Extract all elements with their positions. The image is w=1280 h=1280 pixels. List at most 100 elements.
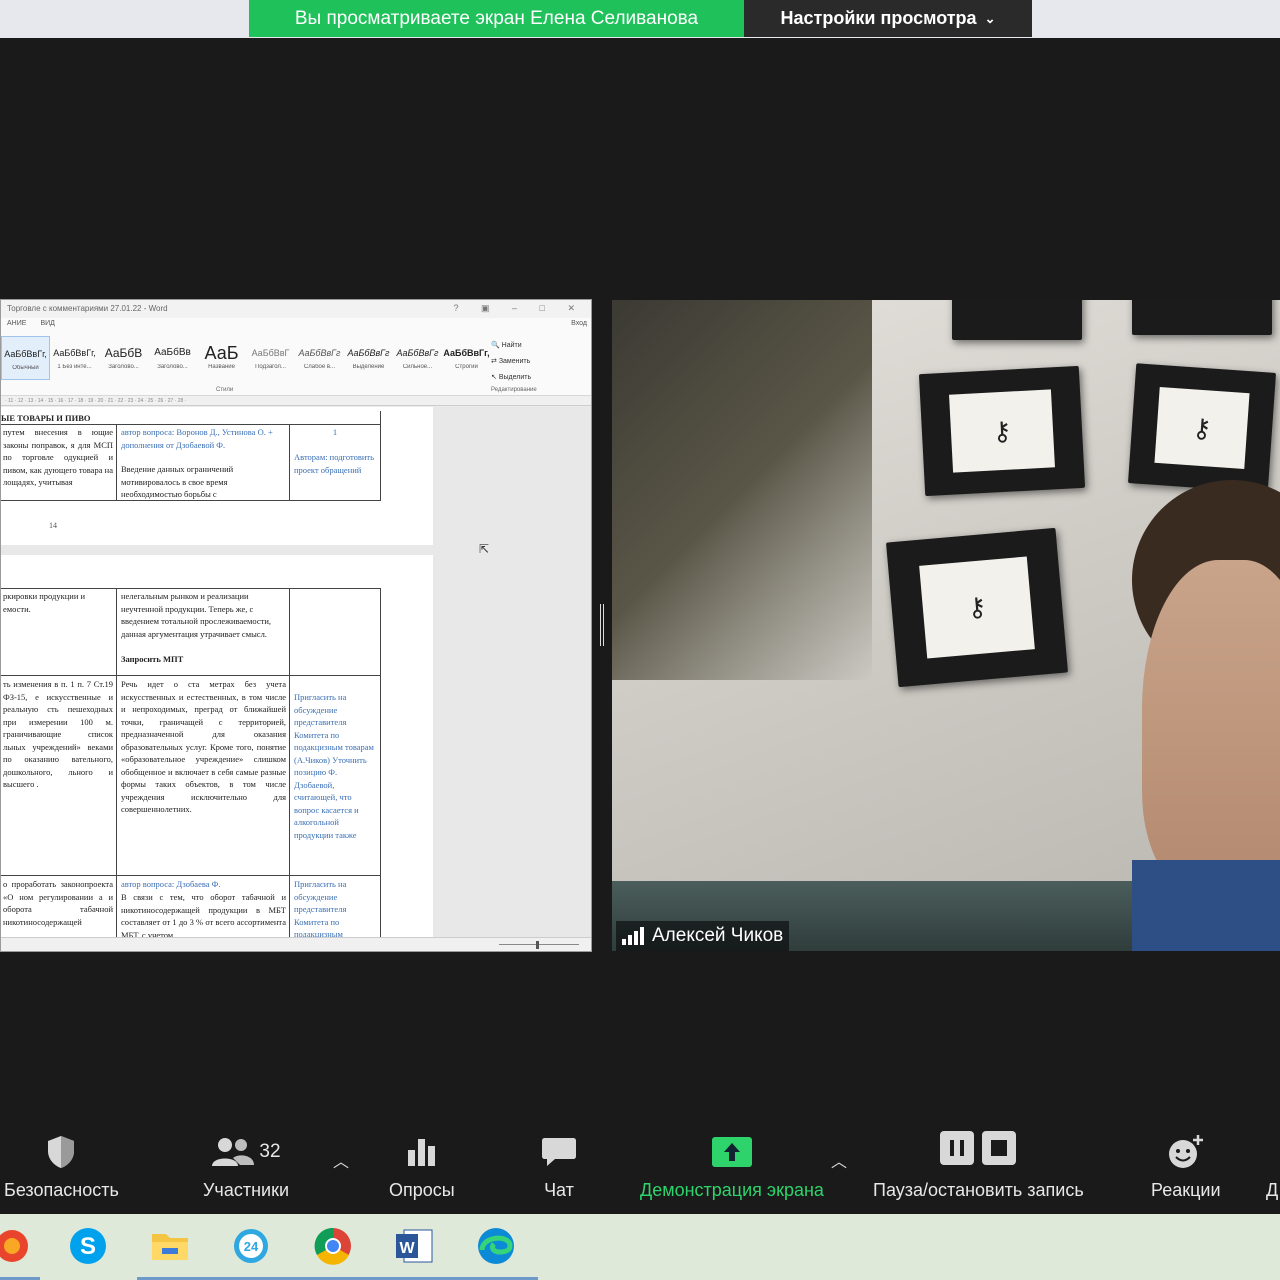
picture-frame: ⚷ xyxy=(1127,363,1277,493)
style-sample: АаБбВв xyxy=(154,347,191,358)
document-page: ЫЕ ТОВАРЫ И ПИВО путем внесения в ющие з… xyxy=(1,407,433,545)
style-item[interactable]: АаБбВвГг, 1 Без инте... xyxy=(50,336,99,380)
style-sample: АаБбВвГг, xyxy=(4,349,47,359)
style-item[interactable]: АаБбВ Заголово... xyxy=(99,336,148,380)
view-settings-button[interactable]: Настройки просмотра ⌄ xyxy=(744,0,1032,37)
bar-chart-icon xyxy=(406,1132,438,1172)
shared-screen-word-window[interactable]: Торговле с комментариями 27.01.22 - Word… xyxy=(0,299,592,952)
ruler[interactable]: · 11 · 12 · 13 · 14 · 15 · 16 · 17 · 18 … xyxy=(1,396,591,406)
word-icon[interactable]: W xyxy=(394,1226,434,1266)
security-label: Безопасность xyxy=(4,1180,119,1200)
reactions-button[interactable]: Реакции xyxy=(1151,1132,1221,1201)
zoom-slider-knob[interactable] xyxy=(536,941,539,949)
participant-face xyxy=(1142,560,1280,890)
video-shadow xyxy=(612,300,872,680)
style-item[interactable]: АаБбВв Заголово... xyxy=(148,336,197,380)
svg-text:S: S xyxy=(80,1233,96,1260)
style-label: Название xyxy=(208,364,235,370)
zoom-meeting-window: Вы просматриваете экран Елена Селиванова… xyxy=(0,0,1280,1280)
style-sample: АаБбВвГг xyxy=(396,348,439,358)
chat-button[interactable]: Чат xyxy=(541,1132,577,1201)
table-border xyxy=(289,424,290,501)
style-label: Заголово... xyxy=(108,364,139,370)
style-label: Сильное... xyxy=(402,364,433,370)
participant-video-tile[interactable]: ⚷ ⚷ ⚷ Алексей Чиков xyxy=(612,300,1280,951)
edge-icon[interactable] xyxy=(476,1226,516,1266)
more-label: Д xyxy=(1266,1180,1279,1200)
polls-label: Опросы xyxy=(389,1180,455,1200)
style-item[interactable]: АаБбВвГг Выделение xyxy=(344,336,393,380)
picture-frame xyxy=(1132,300,1272,335)
table-cell: автор вопроса: Дзобаева Ф. xyxy=(121,879,221,889)
table-border xyxy=(1,588,381,589)
participants-button[interactable]: 32 Участники xyxy=(203,1132,289,1201)
view-settings-label: Настройки просмотра xyxy=(780,8,977,28)
document-page: ркировки продукции и емости. нелегальным… xyxy=(1,555,433,939)
reactions-label: Реакции xyxy=(1151,1180,1221,1200)
participants-label: Участники xyxy=(203,1180,289,1200)
table-cell: Запросить МПТ xyxy=(121,654,184,664)
style-item[interactable]: АаБбВвГг Сильное... xyxy=(393,336,442,380)
chrome-icon[interactable] xyxy=(313,1226,353,1266)
style-sample: АаБбВвГг, xyxy=(443,348,490,358)
style-label: Заголово... xyxy=(157,364,188,370)
participants-menu-caret-icon[interactable]: ︿ xyxy=(333,1148,349,1172)
app-24-icon[interactable]: 24 xyxy=(231,1226,271,1266)
key-icon: ⚷ xyxy=(1154,386,1250,470)
select-button[interactable]: ↖ Выделить xyxy=(491,370,531,386)
style-item[interactable]: АаБбВвГг, Строгий xyxy=(442,336,491,380)
zoom-slider[interactable] xyxy=(499,944,579,945)
chevron-down-icon: ⌄ xyxy=(984,10,996,26)
table-border xyxy=(1,875,381,876)
editing-group-label: Редактирование xyxy=(491,387,537,393)
word-tab[interactable]: ВИД xyxy=(40,320,54,330)
office-app-icon[interactable] xyxy=(0,1226,32,1266)
style-item[interactable]: АаБбВвГг Слабое в... xyxy=(295,336,344,380)
participant-name: Алексей Чиков xyxy=(652,925,784,946)
replace-button[interactable]: ⇄ Заменить xyxy=(491,354,531,370)
key-icon: ⚷ xyxy=(948,389,1056,473)
polls-button[interactable]: Опросы xyxy=(389,1132,455,1201)
split-view-handle[interactable] xyxy=(600,604,604,646)
word-titlebar: Торговле с комментариями 27.01.22 - Word… xyxy=(1,300,591,318)
table-cell: путем внесения в ющие законы поправок, я… xyxy=(3,427,113,487)
participants-icon: 32 xyxy=(211,1132,281,1172)
sharing-banner: Вы просматриваете экран Елена Селиванова xyxy=(249,0,744,37)
style-item[interactable]: АаБбВвГг, Обычный xyxy=(1,336,50,380)
style-item[interactable]: АаБ Название xyxy=(197,336,246,380)
table-cell: Пригласить на обсуждение представителя К… xyxy=(294,879,347,938)
participant-shirt xyxy=(1132,860,1280,951)
chat-label: Чат xyxy=(544,1180,574,1200)
pause-icon xyxy=(940,1131,975,1165)
skype-icon[interactable]: S xyxy=(68,1226,108,1266)
stop-icon xyxy=(982,1131,1017,1165)
document-area[interactable]: ЫЕ ТОВАРЫ И ПИВО путем внесения в ющие з… xyxy=(1,407,591,939)
style-label: Выделение xyxy=(352,364,385,370)
table-border xyxy=(1,675,381,676)
table-cell: ркировки продукции и емости. xyxy=(3,591,86,614)
record-controls[interactable]: Пауза/остановить запись xyxy=(873,1128,1084,1201)
table-border xyxy=(380,588,381,939)
style-label: Строгий xyxy=(455,364,478,370)
share-screen-button[interactable]: Демонстрация экрана xyxy=(640,1132,824,1201)
style-item[interactable]: АаБбВвГ Подзагол... xyxy=(246,336,295,380)
more-button[interactable]: Д xyxy=(1266,1132,1278,1201)
style-label: Слабое в... xyxy=(303,364,336,370)
share-menu-caret-icon[interactable]: ︿ xyxy=(831,1148,847,1172)
find-label: Найти xyxy=(501,342,522,349)
picture-frame xyxy=(952,300,1082,340)
file-explorer-icon[interactable] xyxy=(150,1226,190,1266)
windows-taskbar: S 24 W xyxy=(0,1214,1280,1280)
word-ribbon-tabs: АНИЕ ВИД Вход xyxy=(1,318,591,332)
share-screen-icon xyxy=(711,1132,752,1172)
table-cell: о проработать законопроекта «О ном регул… xyxy=(3,879,113,927)
sign-in-link[interactable]: Вход xyxy=(571,320,587,327)
styles-group-label: Стили xyxy=(216,387,234,393)
record-controls-icons xyxy=(940,1128,1017,1168)
security-button[interactable]: Безопасность xyxy=(4,1132,119,1201)
word-tab[interactable]: АНИЕ xyxy=(7,320,26,330)
select-label: Выделить xyxy=(498,374,532,381)
find-button[interactable]: 🔍 Найти xyxy=(491,338,531,354)
style-label: Обычный xyxy=(12,365,39,371)
svg-text:24: 24 xyxy=(244,1239,259,1254)
